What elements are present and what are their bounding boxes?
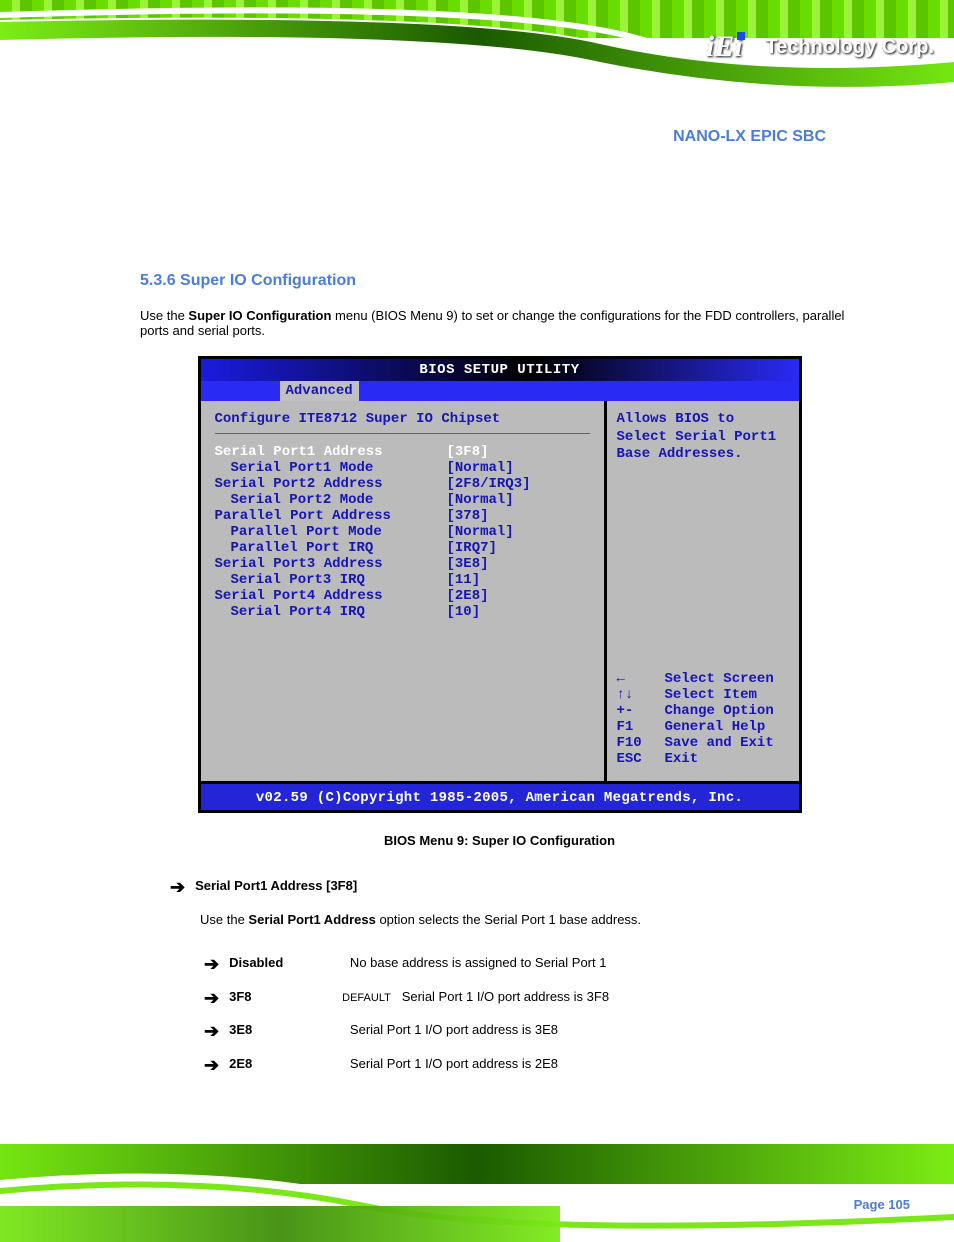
bios-nav-item: ESCExit <box>617 751 789 767</box>
figure-caption: BIOS Menu 9: Super IO Configuration <box>140 833 859 848</box>
right-arrow-icon: ➔ <box>204 1056 219 1076</box>
bios-panel-title: Configure ITE8712 Super IO Chipset <box>215 411 590 427</box>
bios-setting-label: Serial Port3 IRQ <box>215 572 447 588</box>
bios-setting-row[interactable]: Serial Port4 IRQ[10] <box>215 604 590 620</box>
right-arrow-icon: ➔ <box>170 878 185 898</box>
right-arrow-icon: ➔ <box>204 989 219 1009</box>
bios-nav-item: F1General Help <box>617 719 789 735</box>
bios-setting-value: [378] <box>447 508 489 524</box>
bios-setting-value: [Normal] <box>447 524 514 540</box>
footer-decoration: Page 105 <box>0 1130 954 1242</box>
bios-setting-label: Serial Port1 Mode <box>215 460 447 476</box>
bios-setting-row[interactable]: Parallel Port Address[378] <box>215 508 590 524</box>
bios-setting-label: Serial Port4 Address <box>215 588 447 604</box>
bios-help-text: Allows BIOS to Select Serial Port1 Base … <box>617 411 789 464</box>
bios-setting-row[interactable]: Parallel Port Mode[Normal] <box>215 524 590 540</box>
bios-setting-value: [2E8] <box>447 588 489 604</box>
option-value-row: ➔ 2E8 Serial Port 1 I/O port address is 2… <box>140 1056 859 1076</box>
bios-setting-row[interactable]: Serial Port2 Address[2F8/IRQ3] <box>215 476 590 492</box>
option-value-row: ➔ 3F8 DEFAULT Serial Port 1 I/O port addr… <box>140 989 859 1009</box>
header-decoration: iEi ® Technology Corp. <box>0 0 954 112</box>
bios-setting-label: Serial Port2 Address <box>215 476 447 492</box>
bios-setting-value: [10] <box>447 604 481 620</box>
bios-setting-label: Serial Port4 IRQ <box>215 604 447 620</box>
bios-nav-item: F10Save and Exit <box>617 735 789 751</box>
logo-text: iEi <box>706 30 743 64</box>
bios-nav-help: ←Select Screen↑↓Select Item+-Change Opti… <box>617 671 789 767</box>
bios-setting-row[interactable]: Serial Port3 Address[3E8] <box>215 556 590 572</box>
bios-setting-value: [2F8/IRQ3] <box>447 476 531 492</box>
bios-title: BIOS SETUP UTILITY <box>201 359 799 381</box>
bios-setting-label: Serial Port1 Address <box>215 444 447 460</box>
bios-setting-row[interactable]: Serial Port4 Address[2E8] <box>215 588 590 604</box>
bios-setting-label: Parallel Port IRQ <box>215 540 447 556</box>
bios-tab-advanced[interactable]: Advanced <box>280 381 359 401</box>
bios-setting-row[interactable]: Parallel Port IRQ[IRQ7] <box>215 540 590 556</box>
bios-tab-bar: Advanced <box>201 381 799 401</box>
bios-setting-row[interactable]: Serial Port3 IRQ[11] <box>215 572 590 588</box>
bios-setup-screenshot: BIOS SETUP UTILITY Advanced Configure IT… <box>198 356 802 813</box>
section-heading: 5.3.6 Super IO Configuration <box>140 272 859 290</box>
option-value-label: 2E8 <box>229 1056 339 1071</box>
bios-setting-label: Serial Port3 Address <box>215 556 447 572</box>
option-description: Use the Serial Port1 Address option sele… <box>140 912 859 927</box>
intro-paragraph: Use the Super IO Configuration menu (BIO… <box>140 308 859 338</box>
bios-setting-value: [3E8] <box>447 556 489 572</box>
option-value-label: 3F8 <box>229 989 339 1004</box>
brand-logo: iEi ® Technology Corp. <box>706 30 934 64</box>
bios-setting-value: [Normal] <box>447 460 514 476</box>
bios-footer: v02.59 (C)Copyright 1985-2005, American … <box>201 781 799 810</box>
registered-mark: ® <box>747 45 756 59</box>
bios-setting-label: Serial Port2 Mode <box>215 492 447 508</box>
option-value-desc: Serial Port 1 I/O port address is 2E8 <box>339 1056 558 1071</box>
option-heading-row: ➔ Serial Port1 Address [3F8] <box>140 878 859 898</box>
bios-nav-item: +-Change Option <box>617 703 789 719</box>
option-value-label: 3E8 <box>229 1022 339 1037</box>
option-value-desc: No base address is assigned to Serial Po… <box>339 955 606 970</box>
page-number: Page 105 <box>854 1197 910 1212</box>
bios-setting-row[interactable]: Serial Port1 Address[3F8] <box>215 444 590 460</box>
default-tag: DEFAULT <box>339 992 391 1004</box>
option-value-row: ➔ Disabled No base address is assigned to… <box>140 955 859 975</box>
option-value-label: Disabled <box>229 955 339 970</box>
right-arrow-icon: ➔ <box>204 955 219 975</box>
bios-setting-value: [11] <box>447 572 481 588</box>
bios-setting-value: [IRQ7] <box>447 540 497 556</box>
bios-nav-item: ←Select Screen <box>617 671 789 687</box>
bios-setting-row[interactable]: Serial Port2 Mode[Normal] <box>215 492 590 508</box>
bios-nav-item: ↑↓Select Item <box>617 687 789 703</box>
option-value-desc: Serial Port 1 I/O port address is 3F8 <box>391 989 609 1004</box>
right-arrow-icon: ➔ <box>204 1022 219 1042</box>
option-heading: Serial Port1 Address [3F8] <box>195 878 357 893</box>
option-value-desc: Serial Port 1 I/O port address is 3E8 <box>339 1022 558 1037</box>
bios-setting-label: Parallel Port Mode <box>215 524 447 540</box>
bios-setting-value: [Normal] <box>447 492 514 508</box>
bios-setting-row[interactable]: Serial Port1 Mode[Normal] <box>215 460 590 476</box>
corp-name: Technology Corp. <box>765 36 934 59</box>
bios-setting-label: Parallel Port Address <box>215 508 447 524</box>
option-value-row: ➔ 3E8 Serial Port 1 I/O port address is 3… <box>140 1022 859 1042</box>
bios-setting-value: [3F8] <box>447 444 489 460</box>
